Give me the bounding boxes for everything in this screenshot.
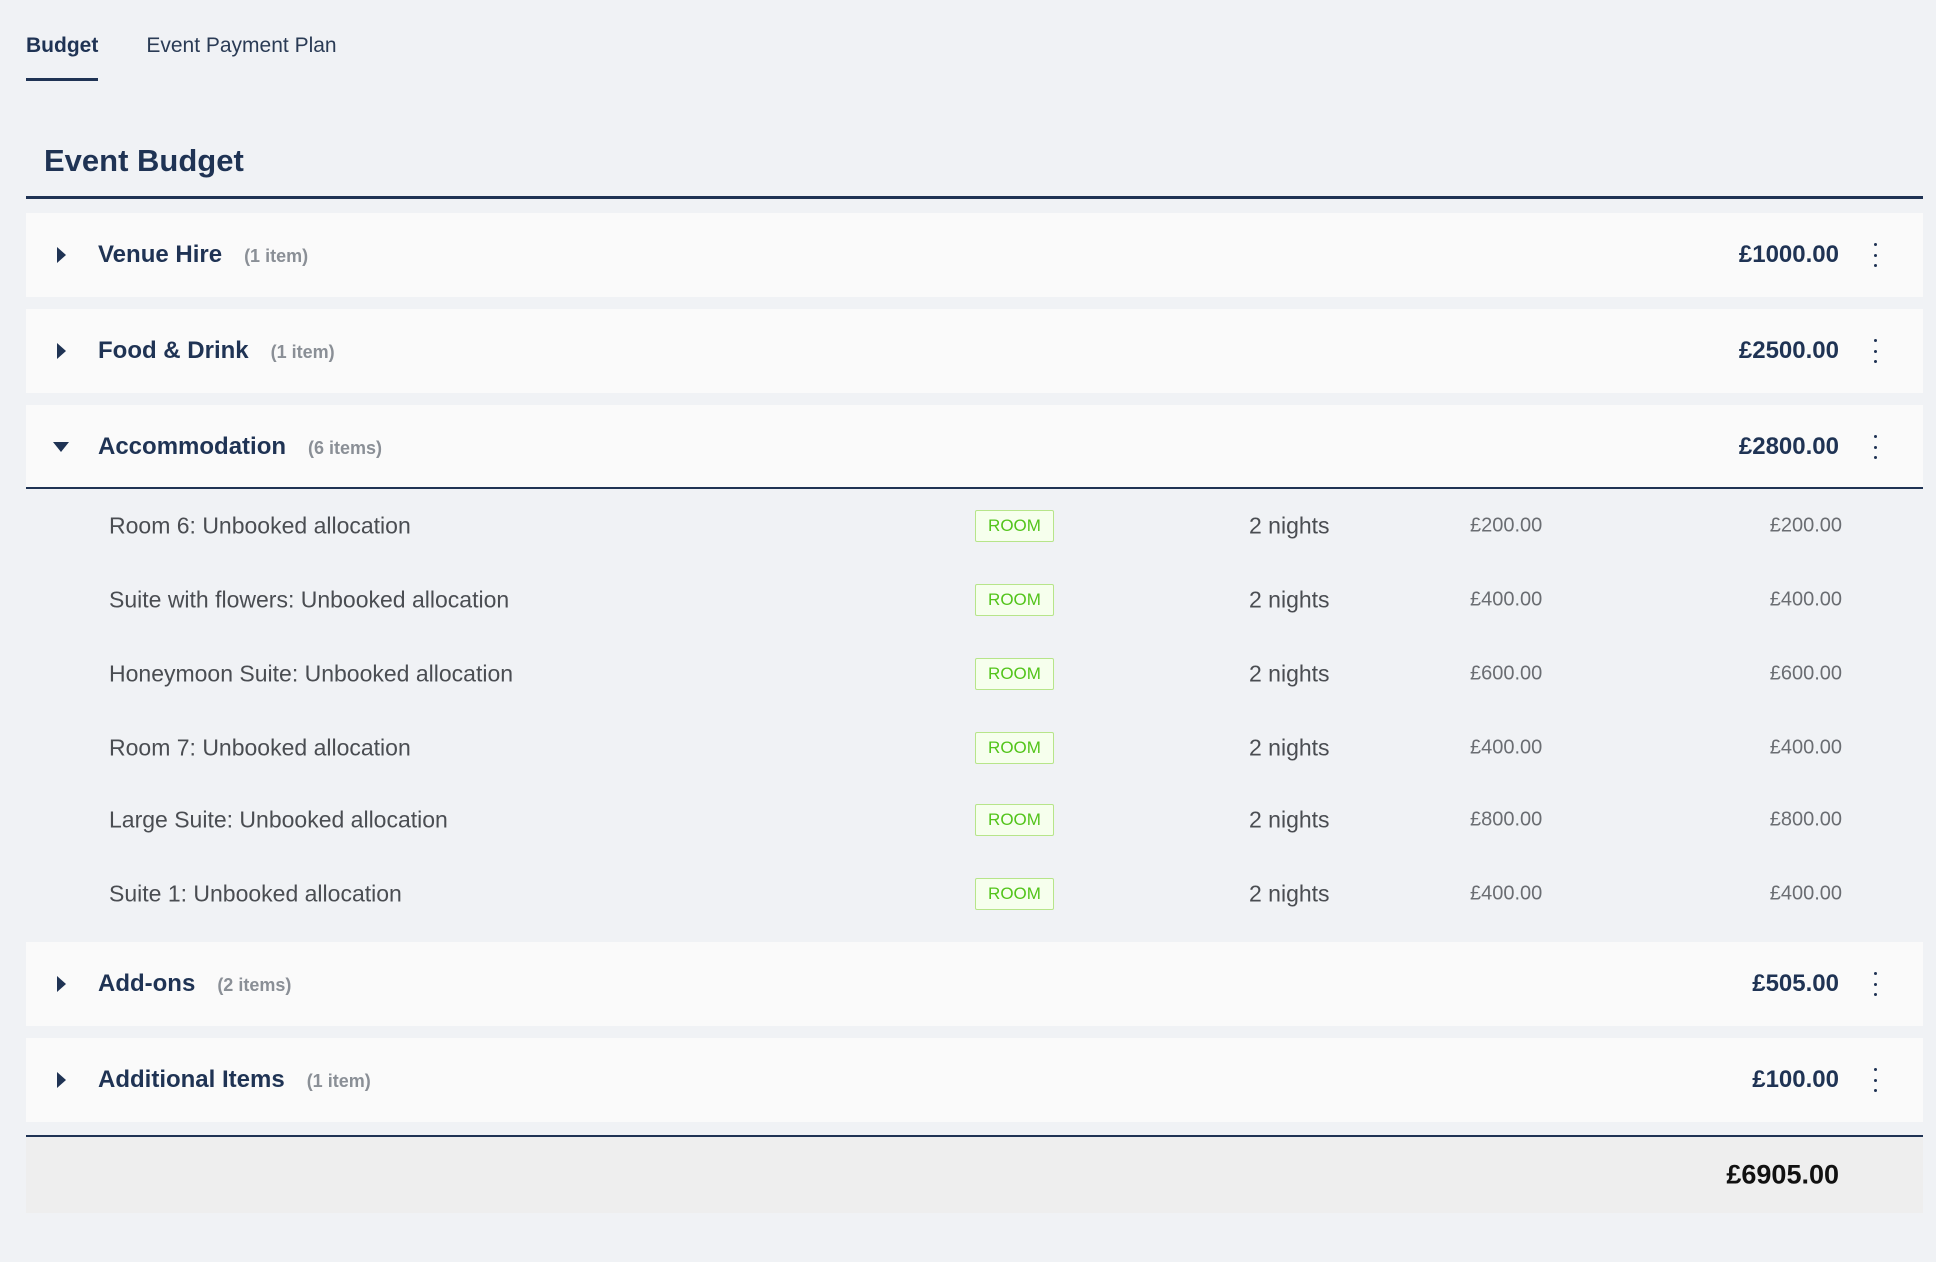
item-nights: 2 nights [1249,880,1330,907]
budget-item-row: Large Suite: Unbooked allocation ROOM 2 … [26,783,1923,857]
item-unit-price: £400.00 [1470,882,1543,905]
tab-bar: Budget Event Payment Plan [26,0,385,82]
more-options-icon[interactable] [1871,339,1879,363]
caret-right-icon[interactable] [57,247,66,263]
item-total: £400.00 [1769,588,1842,611]
room-badge: ROOM [975,658,1054,690]
room-badge: ROOM [975,584,1054,616]
more-options-icon[interactable] [1871,972,1879,996]
grand-total-row: £6905.00 [26,1135,1923,1213]
item-nights: 2 nights [1249,512,1330,539]
item-name: Large Suite: Unbooked allocation [109,806,448,833]
caret-right-icon[interactable] [57,343,66,359]
category-count: (2 items) [217,975,292,995]
category-name: Food & Drink [98,337,249,364]
category-row-accommodation[interactable]: Accommodation (6 items) £2800.00 [26,405,1923,489]
room-badge: ROOM [975,732,1054,764]
item-total: £400.00 [1769,882,1842,905]
category-count: (6 items) [308,438,383,458]
more-options-icon[interactable] [1871,435,1879,459]
room-badge: ROOM [975,878,1054,910]
page-title: Event Budget [44,143,244,178]
category-total: £2800.00 [1738,433,1839,460]
item-nights: 2 nights [1249,806,1330,833]
more-options-icon[interactable] [1871,243,1879,267]
item-nights: 2 nights [1249,734,1330,761]
category-total: £505.00 [1752,970,1839,997]
category-name: Add-ons [98,970,196,997]
budget-item-row: Honeymoon Suite: Unbooked allocation ROO… [26,637,1923,711]
budget-item-row: Suite 1: Unbooked allocation ROOM 2 nigh… [26,857,1923,931]
item-name: Honeymoon Suite: Unbooked allocation [109,660,514,687]
item-unit-price: £400.00 [1470,736,1543,759]
category-name: Venue Hire [98,241,223,268]
item-total: £400.00 [1769,736,1842,759]
category-name: Accommodation [98,433,287,460]
title-divider [26,196,1923,199]
category-row-add-ons[interactable]: Add-ons (2 items) £505.00 [26,942,1923,1026]
item-name: Suite with flowers: Unbooked allocation [109,586,510,613]
category-total: £100.00 [1752,1066,1839,1093]
category-total: £1000.00 [1738,241,1839,268]
category-total: £2500.00 [1738,337,1839,364]
budget-item-row: Room 7: Unbooked allocation ROOM 2 night… [26,711,1923,785]
item-total: £800.00 [1769,808,1842,831]
category-count: (1 item) [244,246,309,266]
budget-item-row: Suite with flowers: Unbooked allocation … [26,563,1923,637]
category-name: Additional Items [98,1066,285,1093]
tab-event-payment-plan[interactable]: Event Payment Plan [146,0,336,82]
room-badge: ROOM [975,804,1054,836]
item-total: £600.00 [1769,662,1842,685]
budget-item-row: Room 6: Unbooked allocation ROOM 2 night… [26,489,1923,563]
category-count: (1 item) [270,342,335,362]
caret-right-icon[interactable] [57,1072,66,1088]
tab-budget[interactable]: Budget [26,0,99,82]
item-unit-price: £200.00 [1470,514,1543,537]
item-name: Room 7: Unbooked allocation [109,734,411,761]
item-name: Room 6: Unbooked allocation [109,512,411,539]
category-row-venue-hire[interactable]: Venue Hire (1 item) £1000.00 [26,213,1923,297]
grand-total: £6905.00 [1726,1159,1839,1190]
item-name: Suite 1: Unbooked allocation [109,880,402,907]
room-badge: ROOM [975,510,1054,542]
item-unit-price: £800.00 [1470,808,1543,831]
category-row-food-drink[interactable]: Food & Drink (1 item) £2500.00 [26,309,1923,393]
more-options-icon[interactable] [1871,1068,1879,1092]
item-unit-price: £400.00 [1470,588,1543,611]
item-total: £200.00 [1769,514,1842,537]
item-unit-price: £600.00 [1470,662,1543,685]
item-nights: 2 nights [1249,586,1330,613]
category-count: (1 item) [306,1071,371,1091]
caret-right-icon[interactable] [57,976,66,992]
caret-down-icon[interactable] [53,442,69,452]
item-nights: 2 nights [1249,660,1330,687]
category-row-additional-items[interactable]: Additional Items (1 item) £100.00 [26,1038,1923,1122]
